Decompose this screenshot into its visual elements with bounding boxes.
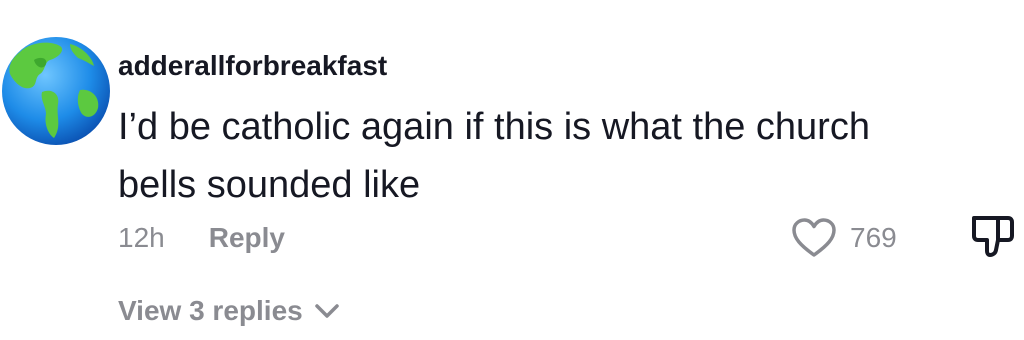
comment-text: I’d be catholic again if this is what th…	[118, 106, 870, 206]
view-replies-label: View 3 replies	[118, 295, 303, 326]
chevron-down-icon	[314, 304, 339, 318]
reply-button[interactable]: Reply	[209, 222, 285, 254]
comment-meta-row: 12h Reply	[118, 220, 285, 256]
thumbs-down-icon[interactable]	[968, 212, 1018, 260]
comment-timestamp: 12h	[118, 222, 165, 253]
heart-icon[interactable]	[790, 217, 838, 259]
view-replies-button[interactable]: View 3 replies	[118, 292, 341, 330]
like-count: 769	[850, 222, 897, 253]
like-button[interactable]: 769	[790, 218, 897, 258]
comment-item: adderallforbreakfast I’d be catholic aga…	[0, 0, 1024, 340]
comment-username[interactable]: adderallforbreakfast	[118, 50, 387, 82]
globe-avatar-icon[interactable]	[0, 30, 112, 152]
